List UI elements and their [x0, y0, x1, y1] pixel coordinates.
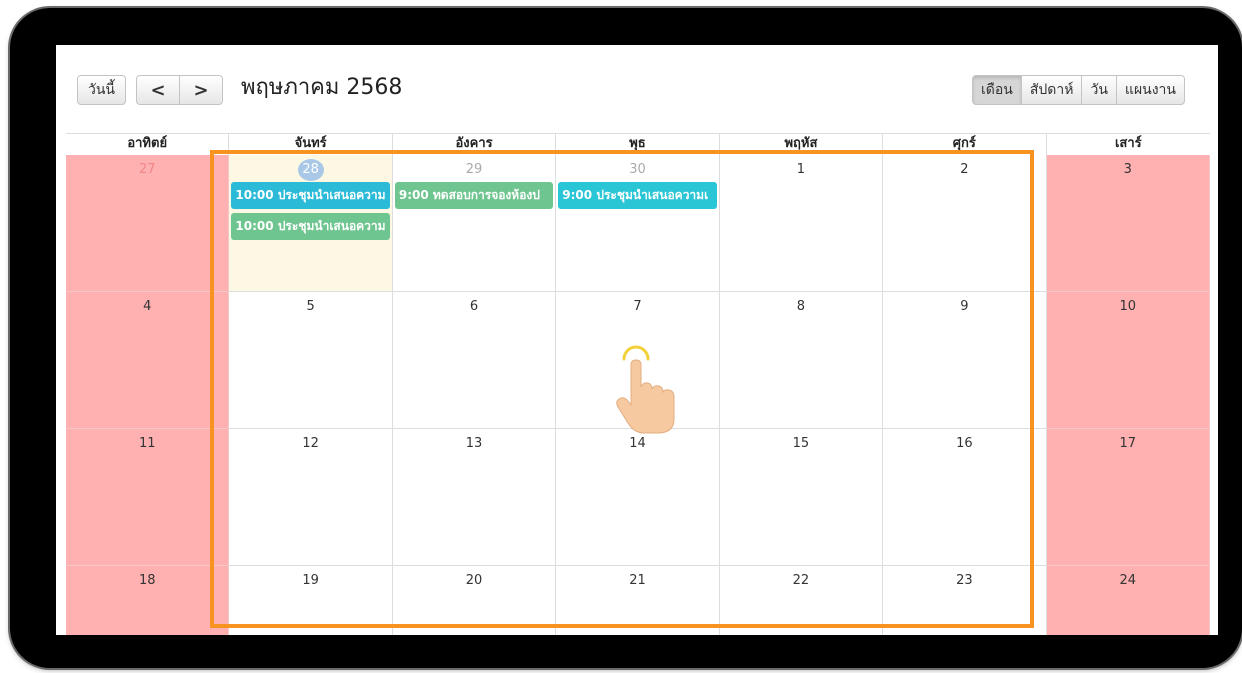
day-cell[interactable]: 3: [1046, 155, 1210, 292]
day-header: พฤหัส: [720, 134, 884, 155]
day-cell[interactable]: 30 9:00 ประชุมนำเสนอความเ: [556, 155, 720, 292]
day-number: 24: [1119, 573, 1137, 588]
day-cell[interactable]: 12: [229, 429, 393, 566]
event-time: 10:00: [235, 219, 274, 233]
day-cell[interactable]: 5: [229, 292, 393, 429]
day-cell[interactable]: 13: [392, 429, 557, 566]
day-number: 16: [956, 436, 973, 451]
event-time: 9:00: [562, 188, 593, 202]
day-cell[interactable]: 27: [66, 155, 230, 292]
chevron-left-icon: <: [150, 79, 166, 101]
day-cell[interactable]: 24: [1046, 566, 1210, 635]
calendar-toolbar: วันนี้ < > พฤษภาคม 2568 เดือน สัปดาห์ วั…: [56, 45, 1218, 133]
day-cell[interactable]: 14: [556, 429, 720, 566]
event-list: 10:00 ประชุมนำเสนอความ 10:00 ประชุมนำเสนอ…: [231, 182, 390, 244]
day-cell[interactable]: 22: [720, 566, 884, 635]
day-header: เสาร์: [1114, 136, 1142, 151]
day-number: 7: [633, 299, 642, 314]
day-cell[interactable]: 28 10:00 ประชุมนำเสนอความ 10:00 ประชุมนำเส…: [229, 155, 393, 292]
next-month-button[interactable]: >: [179, 75, 223, 105]
day-header-row: อาทิตย์ จันทร์ อังคาร พุธ พฤหัส ศุกร์ เสาร์: [66, 133, 1210, 155]
day-cell[interactable]: 19: [229, 566, 393, 635]
day-number: 14: [629, 436, 646, 451]
day-cell[interactable]: 2: [883, 155, 1047, 292]
day-number: 3: [1123, 162, 1132, 177]
day-cell[interactable]: 20: [393, 566, 557, 635]
calendar-event[interactable]: 10:00 ประชุมนำเสนอความ: [231, 182, 390, 209]
today-button[interactable]: วันนี้: [77, 75, 126, 105]
day-number: 8: [796, 299, 806, 314]
day-number: 28: [229, 159, 391, 181]
tablet-frame: วันนี้ < > พฤษภาคม 2568 เดือน สัปดาห์ วั…: [10, 8, 1242, 668]
event-time: 9:00: [398, 188, 429, 202]
day-number: 1: [796, 162, 806, 177]
day-cell[interactable]: 29 9:00 ทดสอบการจองห้องป: [392, 155, 557, 292]
day-number: 11: [138, 436, 156, 451]
day-header: อังคาร: [393, 134, 557, 155]
view-week-button[interactable]: สัปดาห์: [1020, 75, 1083, 105]
today-marker: 28: [297, 159, 324, 181]
calendar-event[interactable]: 9:00 ทดสอบการจองห้องป: [394, 182, 554, 209]
prev-month-button[interactable]: <: [136, 75, 180, 105]
day-cell[interactable]: 9: [883, 292, 1047, 429]
day-number: 17: [1119, 436, 1137, 451]
calendar-event[interactable]: 10:00 ประชุมนำเสนอความ: [231, 213, 390, 240]
day-number: 2: [960, 162, 969, 177]
event-title: ประชุมนำเสนอความเ: [596, 188, 709, 202]
view-day-button[interactable]: วัน: [1081, 75, 1117, 105]
event-title: ทดสอบการจองห้องป: [432, 188, 540, 202]
day-number: 23: [956, 573, 973, 588]
day-number: 15: [792, 436, 810, 451]
view-month-button[interactable]: เดือน: [972, 75, 1022, 105]
event-list: 9:00 ประชุมนำเสนอความเ: [558, 182, 717, 213]
day-cell[interactable]: 6: [392, 292, 557, 429]
day-header: อาทิตย์: [66, 134, 230, 155]
day-number: 13: [465, 436, 483, 451]
day-cell[interactable]: 1: [719, 155, 884, 292]
day-number: 10: [1119, 299, 1137, 314]
day-cell[interactable]: 21: [556, 566, 720, 635]
day-number: 6: [469, 299, 479, 314]
calendar-event[interactable]: 9:00 ประชุมนำเสนอความเ: [558, 182, 717, 209]
event-title: ประชุมนำเสนอความ: [277, 188, 386, 202]
day-cell[interactable]: 23: [883, 566, 1047, 635]
day-header: จันทร์: [229, 134, 393, 155]
day-number: 30: [629, 162, 646, 177]
day-number: 21: [629, 573, 646, 588]
event-list: 9:00 ทดสอบการจองห้องป: [394, 182, 554, 213]
day-number: 20: [465, 573, 483, 588]
day-number: 27: [138, 162, 156, 177]
view-agenda-button[interactable]: แผนงาน: [1115, 75, 1185, 105]
day-number: 18: [138, 573, 156, 588]
day-cell[interactable]: 11: [66, 429, 230, 566]
day-cell[interactable]: 4: [66, 292, 230, 429]
day-cell[interactable]: 17: [1046, 429, 1210, 566]
day-number: 4: [143, 299, 152, 314]
day-number: 29: [465, 162, 483, 177]
day-number: 19: [302, 573, 319, 588]
day-number: 12: [302, 436, 319, 451]
day-cell[interactable]: 18: [66, 566, 230, 635]
event-title: ประชุมนำเสนอความ: [277, 219, 386, 233]
day-cell[interactable]: 8: [719, 292, 884, 429]
day-cell[interactable]: 10: [1046, 292, 1210, 429]
day-header: พุธ: [556, 134, 720, 155]
chevron-right-icon: >: [193, 79, 209, 101]
calendar-title: พฤษภาคม 2568: [241, 75, 403, 100]
event-time: 10:00: [235, 188, 274, 202]
view-switcher: เดือน สัปดาห์ วัน แผนงาน: [972, 75, 1185, 105]
pointing-hand-icon: [616, 345, 675, 434]
calendar-screen: วันนี้ < > พฤษภาคม 2568 เดือน สัปดาห์ วั…: [56, 45, 1218, 635]
day-number: 22: [792, 573, 810, 588]
day-cell[interactable]: 15: [719, 429, 884, 566]
day-header: ศุกร์: [883, 134, 1047, 155]
day-cell[interactable]: 16: [883, 429, 1047, 566]
day-number: 9: [960, 299, 969, 314]
day-number: 5: [306, 299, 315, 314]
